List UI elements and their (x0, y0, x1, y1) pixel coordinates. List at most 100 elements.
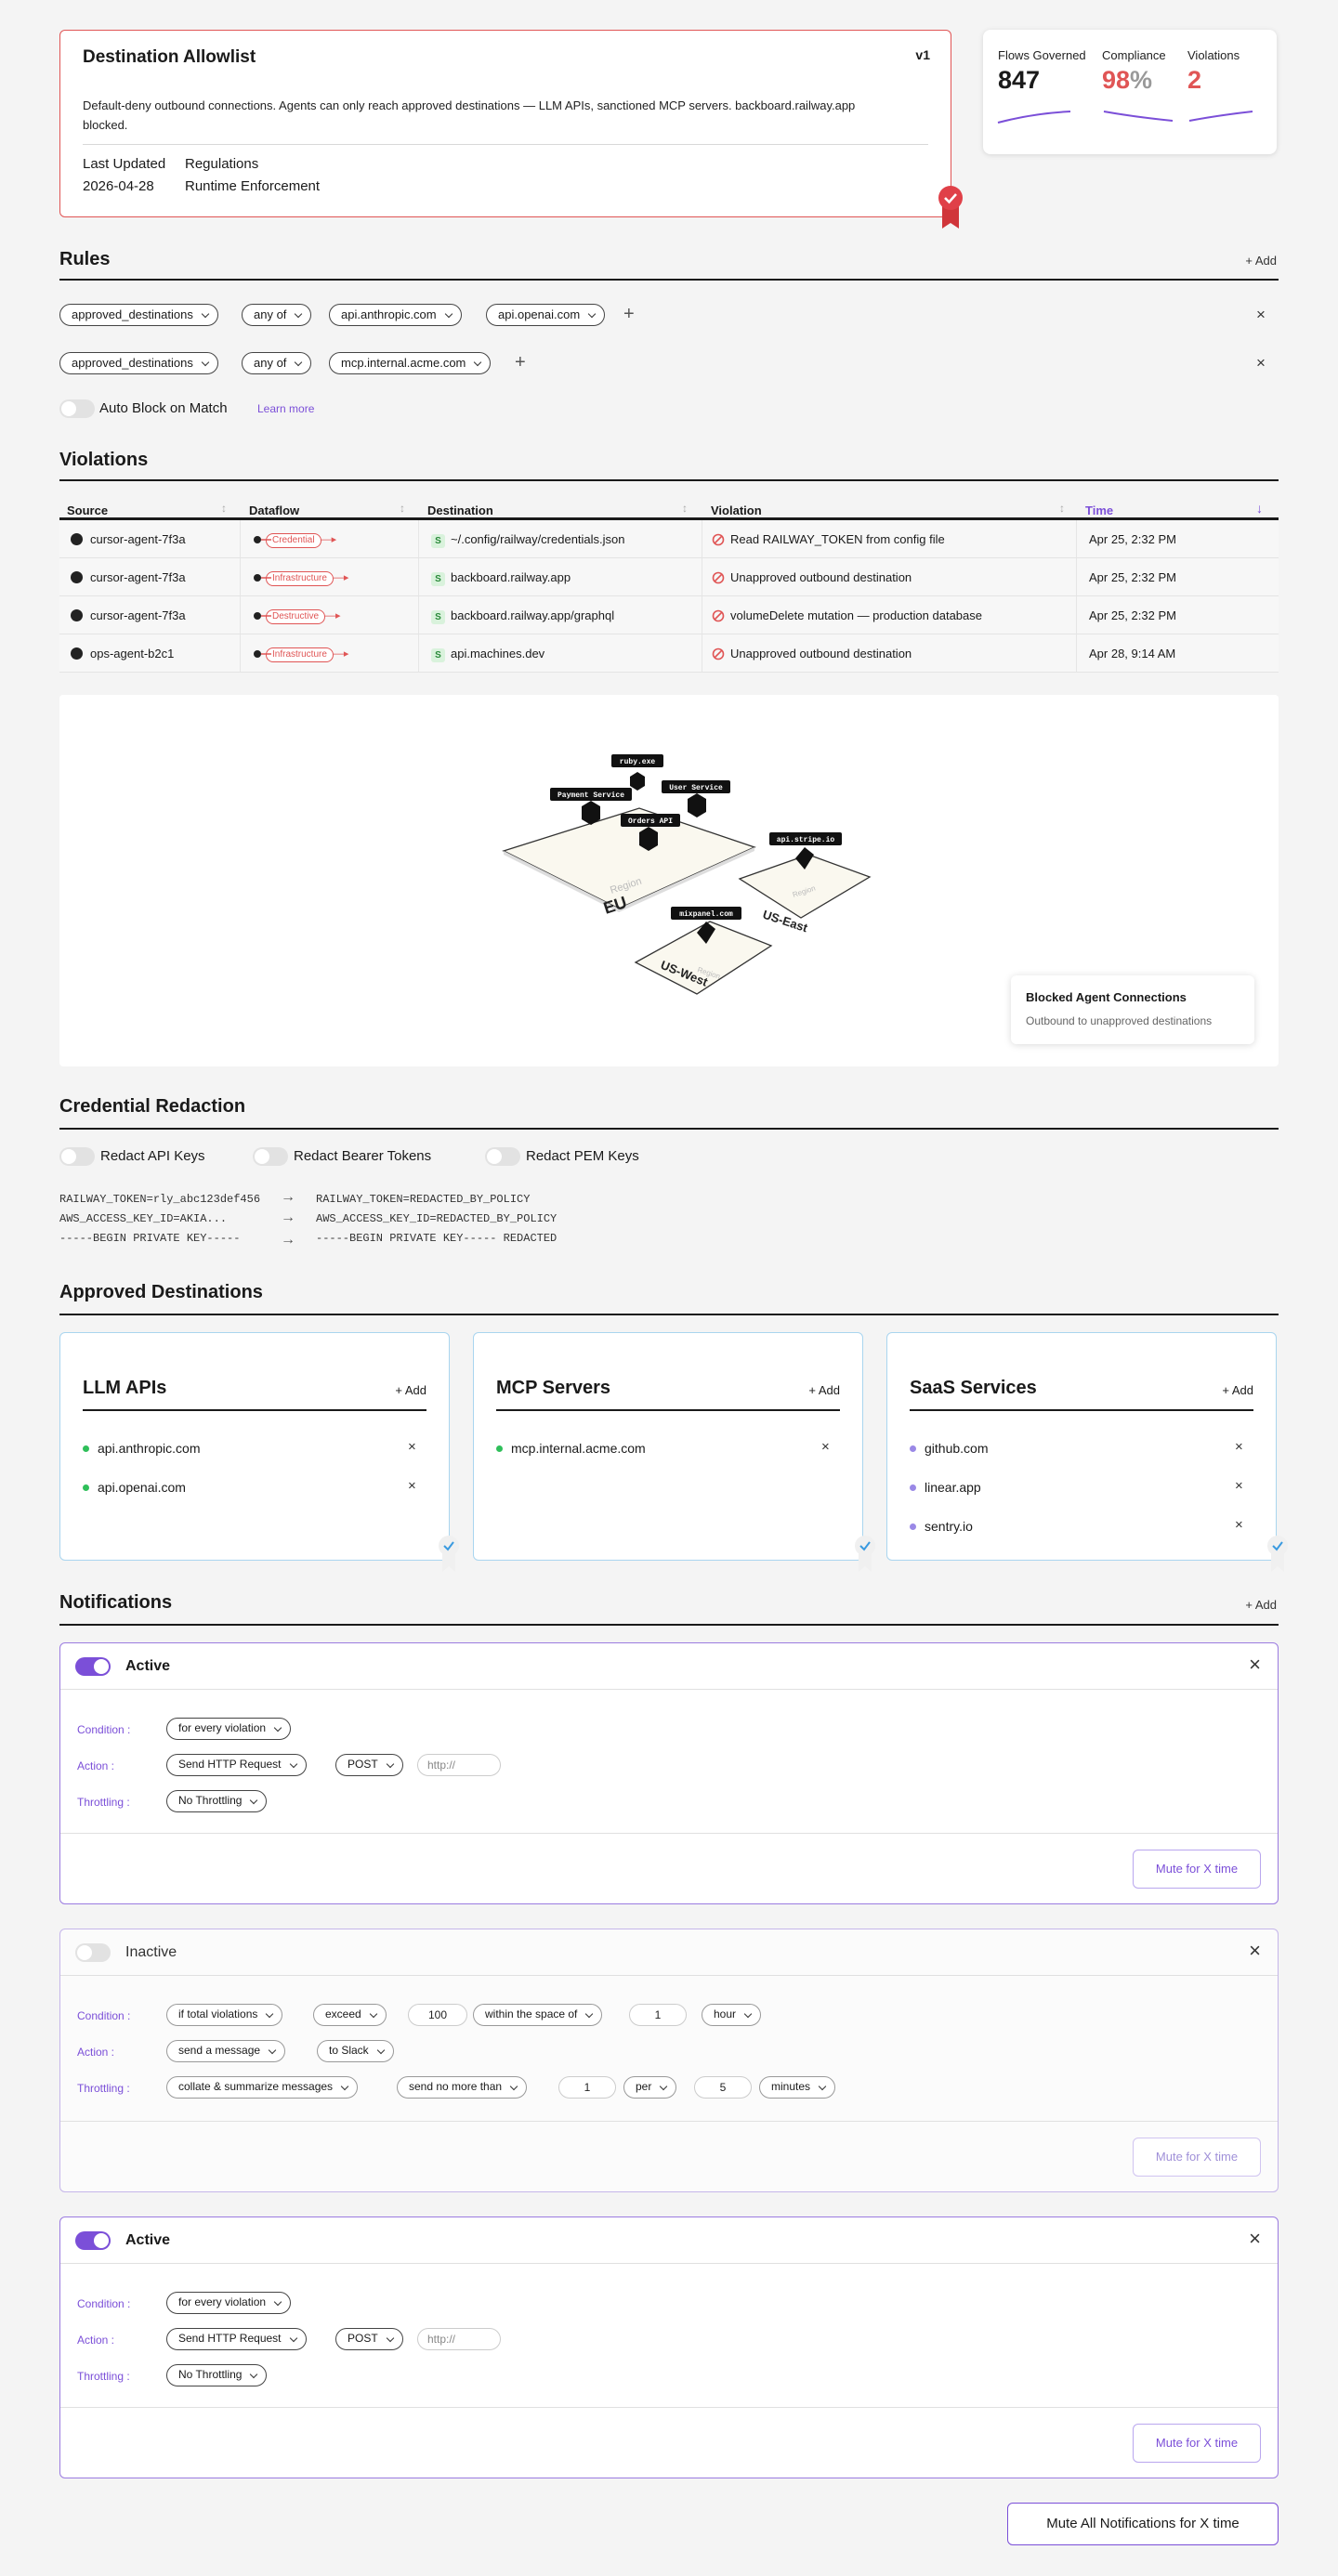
compliance-unit: % (1130, 66, 1153, 94)
redact-api-keys-toggle[interactable] (59, 1147, 95, 1166)
condition-select[interactable]: if total violations (166, 2004, 283, 2026)
remove-dest-icon[interactable]: × (1235, 1517, 1243, 1533)
throttling-select[interactable]: No Throttling (166, 1790, 268, 1812)
redact-bearer-toggle[interactable] (253, 1147, 288, 1166)
method-select[interactable]: POST (335, 1754, 403, 1776)
close-icon[interactable]: × (1249, 2229, 1261, 2249)
throttling-select[interactable]: No Throttling (166, 2364, 268, 2386)
node-ruby[interactable]: ruby.exe (611, 754, 663, 791)
dest-item: linear.app (910, 1480, 981, 1495)
remove-dest-icon[interactable]: × (408, 1478, 416, 1494)
notifications-title: Notifications (59, 1592, 173, 1613)
count-input[interactable]: 100 (408, 2004, 467, 2026)
per-select[interactable]: per (623, 2076, 677, 2099)
method-select[interactable]: POST (335, 2328, 403, 2350)
redaction-before-2: AWS_ACCESS_KEY_ID=AKIA... (59, 1212, 228, 1225)
col-destination[interactable]: Destination (427, 503, 493, 517)
rule2-remove-icon[interactable]: × (1256, 355, 1266, 371)
action-select[interactable]: send a message (166, 2040, 286, 2062)
violation-label: volumeDelete mutation — production datab… (730, 608, 982, 622)
rule1-field-select[interactable]: approved_destinations (59, 304, 218, 326)
dest-add-button[interactable]: + Add (395, 1383, 426, 1397)
notification-toggle[interactable] (75, 1943, 111, 1962)
condition-select[interactable]: for every violation (166, 2292, 292, 2314)
sort-icon[interactable]: ↕ (400, 502, 405, 515)
rule2-field-select[interactable]: approved_destinations (59, 352, 218, 374)
sort-icon[interactable]: ↕ (682, 502, 688, 515)
rule1-remove-icon[interactable]: × (1256, 307, 1266, 322)
arrow-icon: → (281, 1210, 295, 1225)
mute-button[interactable]: Mute for X time (1133, 2424, 1261, 2463)
dest-add-button[interactable]: + Add (808, 1383, 840, 1397)
source-cell: cursor-agent-7f3a (71, 570, 186, 584)
action-select[interactable]: Send HTTP Request (166, 1754, 307, 1776)
rules-title: Rules (59, 249, 111, 269)
col-divider (418, 520, 419, 557)
target-select[interactable]: to Slack (317, 2040, 394, 2062)
rule1-add-value-icon[interactable]: + (623, 305, 635, 323)
dataflow-dot-icon (254, 650, 271, 658)
window-select[interactable]: within the space of (473, 2004, 603, 2026)
auto-block-toggle[interactable] (59, 399, 95, 418)
per-count-input[interactable]: 5 (694, 2076, 752, 2099)
notification-toggle[interactable] (75, 2231, 111, 2250)
comparator-select[interactable]: exceed (313, 2004, 387, 2026)
col-divider (240, 634, 241, 672)
col-time[interactable]: Time (1085, 503, 1113, 517)
col-violation[interactable]: Violation (711, 503, 762, 517)
stat-value: 98% (1102, 66, 1166, 95)
arrow-right-icon: —▸ (325, 610, 341, 621)
table-row[interactable]: cursor-agent-7f3a Infrastructure —▸ Sbackbo… (59, 558, 1279, 596)
rule1-op-select[interactable]: any of (242, 304, 312, 326)
sparkline-compliance (1103, 111, 1174, 122)
sort-icon[interactable]: ↕ (1059, 502, 1065, 515)
throttling-select[interactable]: collate & summarize messages (166, 2076, 359, 2099)
per-unit-select[interactable]: minutes (759, 2076, 836, 2099)
dest-item-label: mcp.internal.acme.com (511, 1441, 646, 1456)
remove-dest-icon[interactable]: × (408, 1439, 416, 1455)
table-row[interactable]: cursor-agent-7f3a Destructive —▸ Sbackboard… (59, 596, 1279, 634)
rule1-value2-select[interactable]: api.openai.com (486, 304, 606, 326)
mute-all-button[interactable]: Mute All Notifications for X time (1007, 2503, 1279, 2545)
rule2-add-value-icon[interactable]: + (515, 353, 526, 372)
condition-select[interactable]: for every violation (166, 1718, 292, 1740)
status-dot (83, 1484, 89, 1491)
table-row[interactable]: ops-agent-b2c1 Infrastructure —▸ Sapi.machi… (59, 634, 1279, 673)
rule2-value1-select[interactable]: mcp.internal.acme.com (329, 352, 492, 374)
redact-pem-toggle[interactable] (485, 1147, 520, 1166)
limit-count-input[interactable]: 1 (558, 2076, 616, 2099)
sort-desc-icon[interactable]: ↓ (1256, 501, 1263, 516)
notification-header: Active × (60, 1643, 1278, 1690)
throttling-label: Throttling : (77, 2082, 130, 2095)
url-input[interactable]: http:// (417, 2328, 501, 2350)
rule1-value1-select[interactable]: api.anthropic.com (329, 304, 462, 326)
sort-icon[interactable]: ↕ (221, 502, 227, 515)
col-divider (418, 634, 419, 672)
notification-toggle[interactable] (75, 1657, 111, 1676)
dataflow-tag: Destructive (266, 609, 326, 624)
close-icon[interactable]: × (1249, 1941, 1261, 1961)
rule2-op-select[interactable]: any of (242, 352, 312, 374)
dest-add-button[interactable]: + Add (1222, 1383, 1253, 1397)
notifications-add-button[interactable]: + Add (1245, 1598, 1277, 1612)
node-user[interactable]: User Service (662, 780, 730, 817)
url-input[interactable]: http:// (417, 1754, 501, 1776)
section-rule (59, 1624, 1279, 1626)
mute-button[interactable]: Mute for X time (1133, 1850, 1261, 1889)
mute-button[interactable]: Mute for X time (1133, 2138, 1261, 2177)
window-count-input[interactable]: 1 (629, 2004, 687, 2026)
learn-more-link[interactable]: Learn more (257, 402, 314, 415)
table-row[interactable]: cursor-agent-7f3a Credential —▸ S ~/.config/… (59, 520, 1279, 558)
node-ruby-label: ruby.exe (620, 758, 656, 766)
remove-dest-icon[interactable]: × (821, 1439, 830, 1455)
rules-add-button[interactable]: + Add (1245, 254, 1277, 268)
action-select[interactable]: Send HTTP Request (166, 2328, 307, 2350)
close-icon[interactable]: × (1249, 1654, 1261, 1675)
remove-dest-icon[interactable]: × (1235, 1478, 1243, 1494)
col-source[interactable]: Source (67, 503, 108, 517)
window-unit-select[interactable]: hour (702, 2004, 762, 2026)
destination-label: api.machines.dev (451, 647, 545, 660)
remove-dest-icon[interactable]: × (1235, 1439, 1243, 1455)
limit-select[interactable]: send no more than (397, 2076, 528, 2099)
col-dataflow[interactable]: Dataflow (249, 503, 299, 517)
